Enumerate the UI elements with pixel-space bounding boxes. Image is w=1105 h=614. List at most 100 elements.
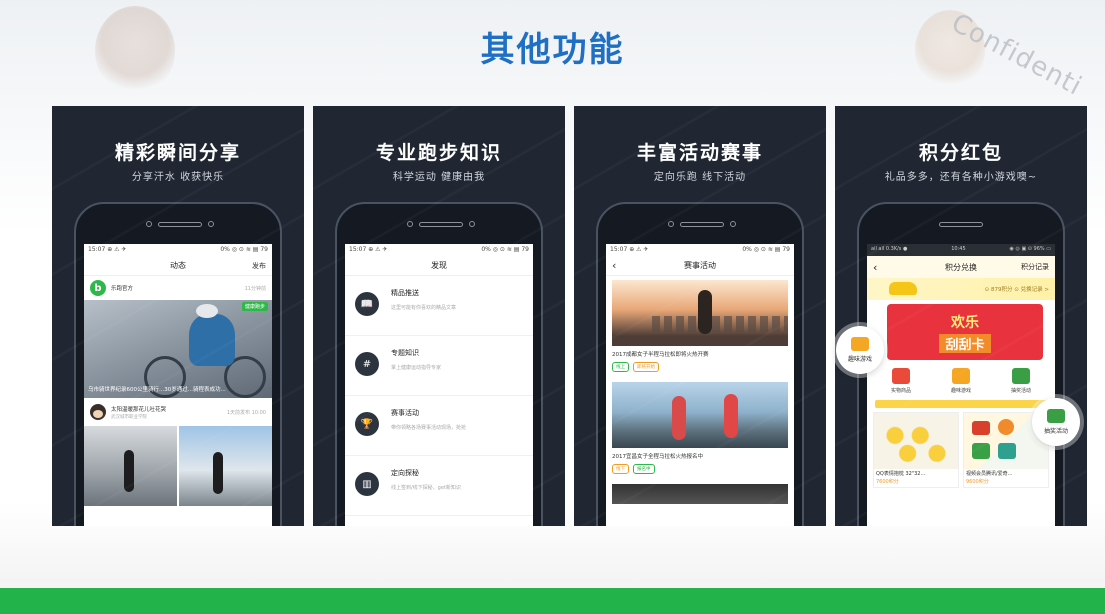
book-icon: 📖 — [355, 292, 379, 316]
briefcase-icon — [1047, 409, 1065, 423]
discover-item-subtitle: 线上签到/线下探秘，get新知识 — [391, 485, 461, 491]
gift-icon — [891, 368, 910, 384]
car-icon — [889, 282, 917, 295]
lottery-bubble[interactable]: 抽奖活动 — [1032, 398, 1080, 446]
camera-icon — [407, 221, 413, 227]
event-card[interactable] — [606, 480, 794, 504]
scratch-card-banner[interactable]: 欢乐 刮刮卡 — [887, 304, 1043, 360]
discover-item[interactable]: 🏆 赛事活动 带你领略各场赛事活动现场，抢抢 — [345, 396, 533, 456]
goods-grid: QQ表情抱枕 32"32... 7600积分 视频会员腾讯/爱奇... 9600… — [867, 410, 1055, 490]
fun-games-bubble[interactable]: 趣味游戏 — [836, 326, 884, 374]
umbrella-icon — [951, 368, 970, 384]
feature-panel-knowledge: 专业跑步知识 科学运动 健康由我 15:07 ⊕ ⚠ ✈ 0% ◎ ⊙ ≋ ▤ 7… — [313, 106, 565, 526]
phone-screen: 15:07 ⊕ ⚠ ✈ 0% ◎ ⊙ ≋ ▤ 79 ‹ 赛事活动 2017成都女子… — [606, 244, 794, 526]
goods-points: 9600积分 — [966, 479, 989, 485]
event-photo — [612, 382, 788, 448]
feed-photos — [84, 426, 272, 506]
category-physical-goods[interactable]: 实物商品 — [891, 368, 911, 394]
event-tag: 线上 — [612, 362, 629, 372]
event-title: 2017宜昌女子全程马拉松火热报名中 — [612, 454, 703, 460]
publish-button[interactable]: 发布 — [252, 261, 266, 271]
sensor-icon — [469, 221, 475, 227]
discover-item-subtitle: 带你领略各场赛事活动现场，抢抢 — [391, 425, 467, 431]
avatar — [90, 404, 106, 420]
nav-title: 赛事活动 — [684, 261, 716, 270]
feed-author: 乐跑官方 — [111, 286, 134, 292]
nav-bar: ‹ 积分兑换 积分记录 — [867, 256, 1055, 278]
event-photo — [612, 484, 788, 504]
panel-heading: 专业跑步知识 — [375, 142, 502, 164]
phone-screen: ail ail 0.3K/s ● 10:45 ◉ ◎ ▣ ⊙ 96% ▭ ‹ 积… — [867, 244, 1055, 526]
feature-panel-events: 丰富活动赛事 定向乐跑 线下活动 15:07 ⊕ ⚠ ✈ 0% ◎ ⊙ ≋ ▤ 7… — [574, 106, 826, 526]
hash-icon: # — [355, 352, 379, 376]
category-row: 实物商品 趣味游戏 抽奖活动 — [867, 360, 1055, 398]
feed-item-header[interactable]: b 乐跑官方 11分钟前 — [84, 276, 272, 300]
speaker-grille — [419, 222, 463, 227]
app-logo-icon: b — [90, 280, 106, 296]
feed-item-header[interactable]: 太阳温暖那花儿吐花哭 武汉城市职业学院 1天前发布 10:00 — [84, 398, 272, 426]
goods-card[interactable]: QQ表情抱枕 32"32... 7600积分 — [873, 412, 959, 488]
event-title: 2017成都女子半程马拉松即将火热开赛 — [612, 352, 709, 358]
feed-time: 1天前发布 10:00 — [226, 409, 266, 416]
feed-tag-badge: 健康跑步 — [241, 302, 268, 311]
feed-author: 太阳温暖那花儿吐花哭 — [111, 406, 167, 413]
speaker-grille — [680, 222, 724, 227]
phone-screen: 15:07 ⊕ ⚠ ✈ 0% ◎ ⊙ ≋ ▤ 79 发现 📖 精品推送 这里可能有… — [345, 244, 533, 526]
footer-bar — [0, 588, 1105, 614]
discover-item[interactable]: ▥ 定向探秘 线上签到/线下探秘，get新知识 — [345, 456, 533, 516]
event-card[interactable]: 2017宜昌女子全程马拉松火热报名中 线下 报名中 — [606, 378, 794, 474]
speaker-grille — [158, 222, 202, 227]
event-tag: 线下 — [612, 464, 629, 474]
discover-item[interactable]: # 专题知识 掌上健康运动指导专家 — [345, 336, 533, 396]
event-photo — [612, 280, 788, 346]
status-bar: 15:07 ⊕ ⚠ ✈ 0% ◎ ⊙ ≋ ▤ 79 — [88, 246, 268, 253]
feed-photo[interactable] — [179, 426, 272, 506]
discover-item[interactable]: 📖 精品推送 这里可能有你喜欢的精品文章 — [345, 276, 533, 336]
feed-author-school: 武汉城市职业学院 — [111, 414, 147, 420]
status-bar: ail ail 0.3K/s ● 10:45 ◉ ◎ ▣ ⊙ 96% ▭ — [867, 244, 1055, 256]
feature-panel-points: 积分红包 礼品多多，还有各种小游戏噢~ ail ail 0.3K/s ● 10:… — [835, 106, 1087, 526]
nav-bar: 发现 — [345, 256, 533, 276]
points-summary: ⊙ 879积分 ⊙ 兑换记录 > — [867, 278, 1055, 300]
speaker-grille — [939, 222, 983, 227]
section-divider — [875, 400, 1047, 408]
discover-item-title: 精品推送 — [391, 289, 419, 297]
panel-subtitle: 分享汗水 收获快乐 — [131, 172, 225, 183]
back-icon[interactable]: ‹ — [612, 259, 616, 272]
goods-photo — [874, 413, 958, 469]
discover-item-title: 定向探秘 — [391, 469, 419, 477]
camera-icon — [146, 221, 152, 227]
nav-title: 发现 — [431, 261, 447, 270]
briefcase-icon — [1011, 368, 1030, 384]
trophy-icon: 🏆 — [355, 412, 379, 436]
phone-mockup: 15:07 ⊕ ⚠ ✈ 0% ◎ ⊙ ≋ ▤ 79 动态 发布 b 乐跑官方 11… — [74, 202, 282, 526]
feed-photo[interactable] — [84, 426, 177, 506]
nav-title: 积分兑换 — [945, 262, 977, 272]
umbrella-icon — [851, 337, 869, 351]
phone-screen: 15:07 ⊕ ⚠ ✈ 0% ◎ ⊙ ≋ ▤ 79 动态 发布 b 乐跑官方 11… — [84, 244, 272, 526]
event-card[interactable]: 2017成都女子半程马拉松即将火热开赛 线上 即将开始 — [606, 276, 794, 372]
discover-item-title: 专题知识 — [391, 349, 419, 357]
goods-title: QQ表情抱枕 32"32... — [876, 471, 926, 477]
back-icon[interactable]: ‹ — [873, 261, 877, 274]
category-lottery[interactable]: 抽奖活动 — [1011, 368, 1031, 394]
status-bar: 15:07 ⊕ ⚠ ✈ 0% ◎ ⊙ ≋ ▤ 79 — [349, 246, 529, 253]
sensor-icon — [730, 221, 736, 227]
nav-bar: 动态 发布 — [84, 256, 272, 276]
banner-text: 欢乐 — [951, 314, 979, 331]
phone-mockup: 15:07 ⊕ ⚠ ✈ 0% ◎ ⊙ ≋ ▤ 79 发现 📖 精品推送 这里可能有… — [335, 202, 543, 526]
points-balance[interactable]: ⊙ 879积分 ⊙ 兑换记录 > — [985, 285, 1049, 293]
phone-mockup: ail ail 0.3K/s ● 10:45 ◉ ◎ ▣ ⊙ 96% ▭ ‹ 积… — [857, 202, 1065, 526]
nav-bar: ‹ 赛事活动 — [606, 256, 794, 276]
feed-caption: 乌市骑世界纪录600公里骑行...30岁通过...骑程表成功... — [88, 386, 226, 393]
feed-photo[interactable]: 健康跑步 乌市骑世界纪录600公里骑行...30岁通过...骑程表成功... — [84, 300, 272, 398]
page-title: 其他功能 — [480, 30, 625, 70]
panel-heading: 丰富活动赛事 — [636, 142, 763, 164]
panel-subtitle: 科学运动 健康由我 — [392, 172, 486, 183]
feed-time: 11分钟前 — [244, 285, 266, 292]
status-bar: 15:07 ⊕ ⚠ ✈ 0% ◎ ⊙ ≋ ▤ 79 — [610, 246, 790, 253]
points-record-link[interactable]: 积分记录 — [1021, 262, 1049, 272]
discover-item-title: 赛事活动 — [391, 409, 419, 417]
category-fun-games[interactable]: 趣味游戏 — [951, 368, 971, 394]
goods-points: 7600积分 — [876, 479, 899, 485]
